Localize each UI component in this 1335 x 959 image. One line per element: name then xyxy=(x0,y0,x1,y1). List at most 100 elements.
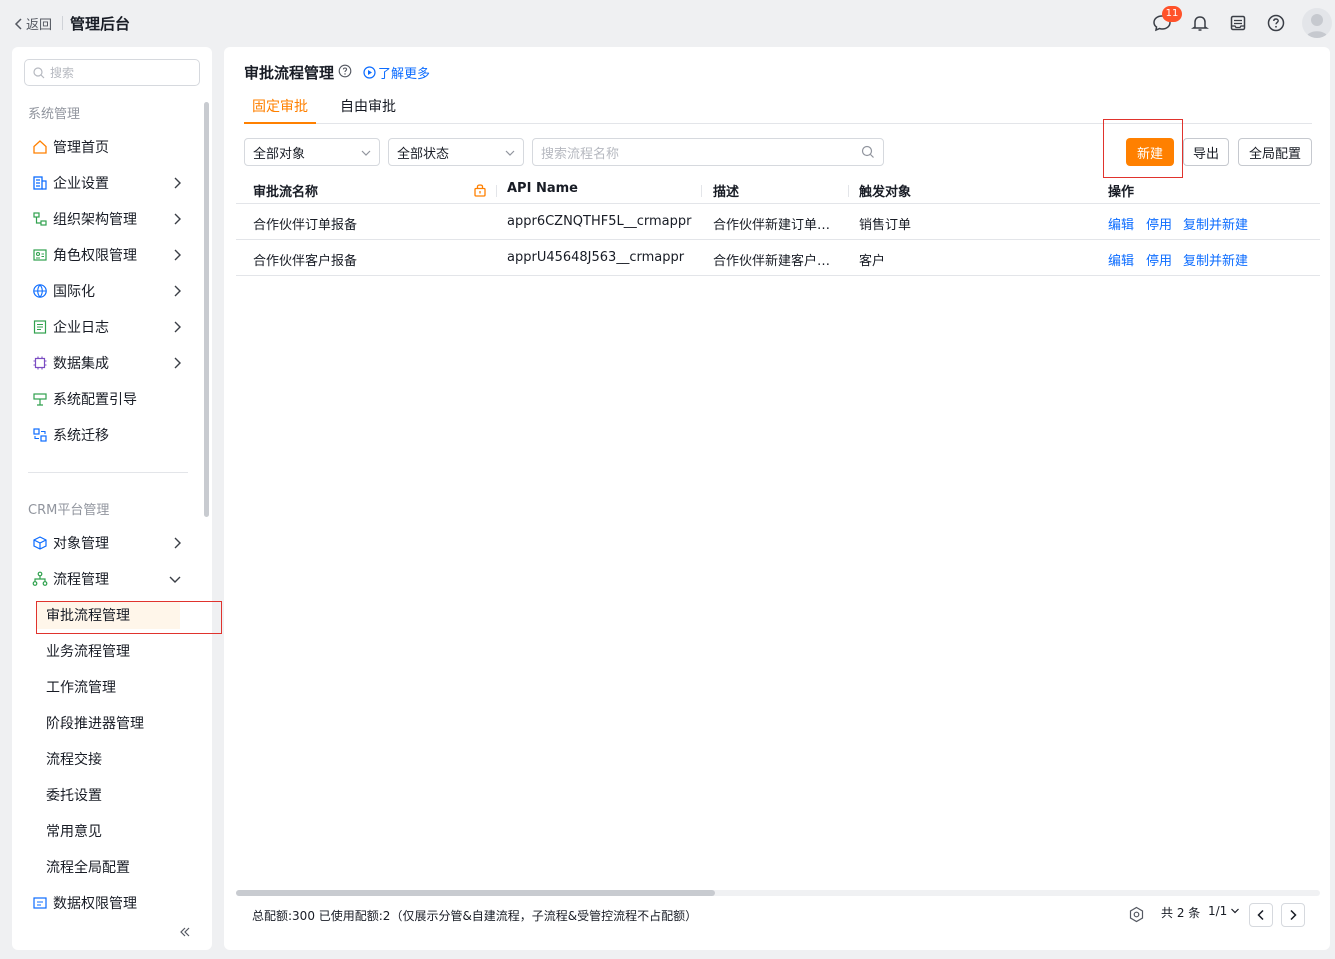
sidebar-item-label: 系统配置引导 xyxy=(53,392,137,408)
sidebar-scrollbar[interactable] xyxy=(204,102,209,517)
group-title-crm: CRM平台管理 xyxy=(28,503,110,518)
sidebar-item-label: 组织架构管理 xyxy=(53,212,137,228)
back-label: 返回 xyxy=(26,18,53,33)
sidebar-item-data-permission[interactable]: 数据权限管理 xyxy=(32,889,182,917)
sidebar-item-data-integration[interactable]: 数据集成 xyxy=(32,349,182,377)
enterprise-icon xyxy=(32,175,48,191)
sidebar-item-org[interactable]: 组织架构管理 xyxy=(32,205,182,233)
chevron-right-icon xyxy=(174,357,181,369)
user-icon xyxy=(1306,14,1328,38)
page-title: 审批流程管理 xyxy=(244,64,335,82)
sidebar-item-label: 数据权限管理 xyxy=(53,896,137,912)
global-config-button[interactable]: 全局配置 xyxy=(1238,138,1312,166)
cell-name[interactable]: 合作伙伴客户报备 xyxy=(253,250,357,269)
flow-search-input[interactable]: 搜索流程名称 xyxy=(532,138,884,166)
column-header-api: API Name xyxy=(507,181,578,196)
chevron-right-icon xyxy=(174,213,181,225)
sidebar-item-log[interactable]: 企业日志 xyxy=(32,313,182,341)
chevron-left-icon xyxy=(1257,909,1264,921)
highlight-box xyxy=(1103,119,1183,178)
sidebar-item-label: 流程管理 xyxy=(53,572,109,588)
sidebar-item-object-management[interactable]: 对象管理 xyxy=(32,529,182,557)
org-icon xyxy=(32,211,48,227)
sidebar-item-i18n[interactable]: 国际化 xyxy=(32,277,182,305)
collapse-sidebar-button[interactable] xyxy=(178,925,192,943)
edit-link[interactable]: 编辑 xyxy=(1108,214,1134,233)
cell-desc: 合作伙伴新建订单报备 xyxy=(713,218,831,233)
table-row: 合作伙伴客户报备 apprU45648J563__crmappr 合作伙伴新建客… xyxy=(236,240,1320,276)
learn-more-label: 了解更多 xyxy=(378,67,431,82)
column-header-name: 审批流名称 xyxy=(253,185,319,200)
divider xyxy=(62,16,63,30)
object-filter-select[interactable]: 全部对象 xyxy=(244,138,380,166)
column-header-object: 触发对象 xyxy=(859,185,912,200)
sidebar-item-home[interactable]: 管理首页 xyxy=(32,133,182,161)
signpost-icon xyxy=(32,391,48,407)
play-circle-icon xyxy=(363,66,376,79)
search-icon xyxy=(861,145,874,158)
message-button[interactable]: 11 xyxy=(1151,6,1182,34)
flow-icon xyxy=(32,571,48,587)
status-filter-value: 全部状态 xyxy=(397,146,450,162)
sidebar: 搜索 系统管理 管理首页 企业设置 组织架构管理 角色权限管理 国际化 企业日志… xyxy=(12,47,212,950)
copy-and-new-link[interactable]: 复制并新建 xyxy=(1183,214,1248,233)
status-filter-select[interactable]: 全部状态 xyxy=(388,138,524,166)
notification-button[interactable] xyxy=(1189,12,1211,34)
sidebar-subitem-common-opinions[interactable]: 常用意见 xyxy=(46,817,196,845)
question-icon xyxy=(1267,14,1285,32)
sidebar-subitem-delegation[interactable]: 委托设置 xyxy=(46,781,196,809)
back-button[interactable]: 返回 xyxy=(14,14,52,33)
sidebar-subitem-workflow[interactable]: 工作流管理 xyxy=(46,673,196,701)
object-filter-value: 全部对象 xyxy=(253,146,306,162)
tab-free-approval[interactable]: 自由审批 xyxy=(340,96,396,124)
quota-note: 总配额:300 已使用配额:2（仅展示分管&自建流程，子流程&受管控流程不占配额… xyxy=(252,909,698,923)
sidebar-item-label: 企业设置 xyxy=(53,176,109,192)
todo-button[interactable] xyxy=(1227,12,1249,34)
cell-object: 销售订单 xyxy=(859,218,912,233)
sidebar-subitem-business-flow[interactable]: 业务流程管理 xyxy=(46,637,196,665)
learn-more-link[interactable]: 了解更多 xyxy=(363,63,430,82)
tab-fixed-approval[interactable]: 固定审批 xyxy=(244,96,316,124)
settings-icon[interactable] xyxy=(1128,906,1145,923)
table-row: 合作伙伴订单报备 appr6CZNQTHF5L__crmappr 合作伙伴新建订… xyxy=(236,204,1320,240)
cell-api: apprU45648J563__crmappr xyxy=(507,250,685,265)
column-separator[interactable] xyxy=(496,185,497,197)
page-select[interactable]: 1/1 xyxy=(1208,904,1240,918)
sidebar-item-label: 企业日志 xyxy=(53,320,109,336)
cell-name[interactable]: 合作伙伴订单报备 xyxy=(253,214,357,233)
sidebar-subitem-stage-propeller[interactable]: 阶段推进器管理 xyxy=(46,709,196,737)
migrate-icon xyxy=(32,427,48,443)
chevron-right-icon xyxy=(174,177,181,189)
sidebar-item-enterprise[interactable]: 企业设置 xyxy=(32,169,182,197)
chevron-left-icon xyxy=(14,17,22,30)
export-button[interactable]: 导出 xyxy=(1183,138,1229,166)
copy-and-new-link[interactable]: 复制并新建 xyxy=(1183,250,1248,269)
sidebar-subitem-flow-handover[interactable]: 流程交接 xyxy=(46,745,196,773)
chevron-down-icon xyxy=(1231,908,1240,914)
avatar[interactable] xyxy=(1302,8,1332,38)
sidebar-item-migration[interactable]: 系统迁移 xyxy=(32,421,182,449)
sidebar-item-flow-management[interactable]: 流程管理 xyxy=(32,565,182,593)
column-separator[interactable] xyxy=(701,185,702,197)
next-page-button[interactable] xyxy=(1281,903,1305,927)
sidebar-item-config-guide[interactable]: 系统配置引导 xyxy=(32,385,182,413)
chevron-right-icon xyxy=(174,285,181,297)
chevron-right-icon xyxy=(174,321,181,333)
main-panel: 审批流程管理 了解更多 固定审批 自由审批 全部对象 全部状态 搜索流程名称 新… xyxy=(224,47,1330,950)
sidebar-subitem-flow-global-config[interactable]: 流程全局配置 xyxy=(46,853,196,881)
help-button[interactable] xyxy=(1265,12,1287,34)
edit-link[interactable]: 编辑 xyxy=(1108,250,1134,269)
prev-page-button[interactable] xyxy=(1249,903,1273,927)
help-circle-icon[interactable] xyxy=(338,64,352,78)
sidebar-item-label: 管理首页 xyxy=(53,140,109,156)
column-header-desc: 描述 xyxy=(713,185,740,200)
column-separator[interactable] xyxy=(848,185,849,197)
sidebar-search-input[interactable]: 搜索 xyxy=(24,59,200,86)
disable-link[interactable]: 停用 xyxy=(1146,214,1172,233)
sidebar-item-role[interactable]: 角色权限管理 xyxy=(32,241,182,269)
horizontal-scrollbar-thumb[interactable] xyxy=(236,890,715,896)
cell-desc: 合作伙伴新建客户报备 xyxy=(713,254,831,269)
disable-link[interactable]: 停用 xyxy=(1146,250,1172,269)
table-header: 审批流名称 API Name 描述 触发对象 操作 xyxy=(236,176,1320,204)
search-placeholder: 搜索 xyxy=(50,66,75,80)
